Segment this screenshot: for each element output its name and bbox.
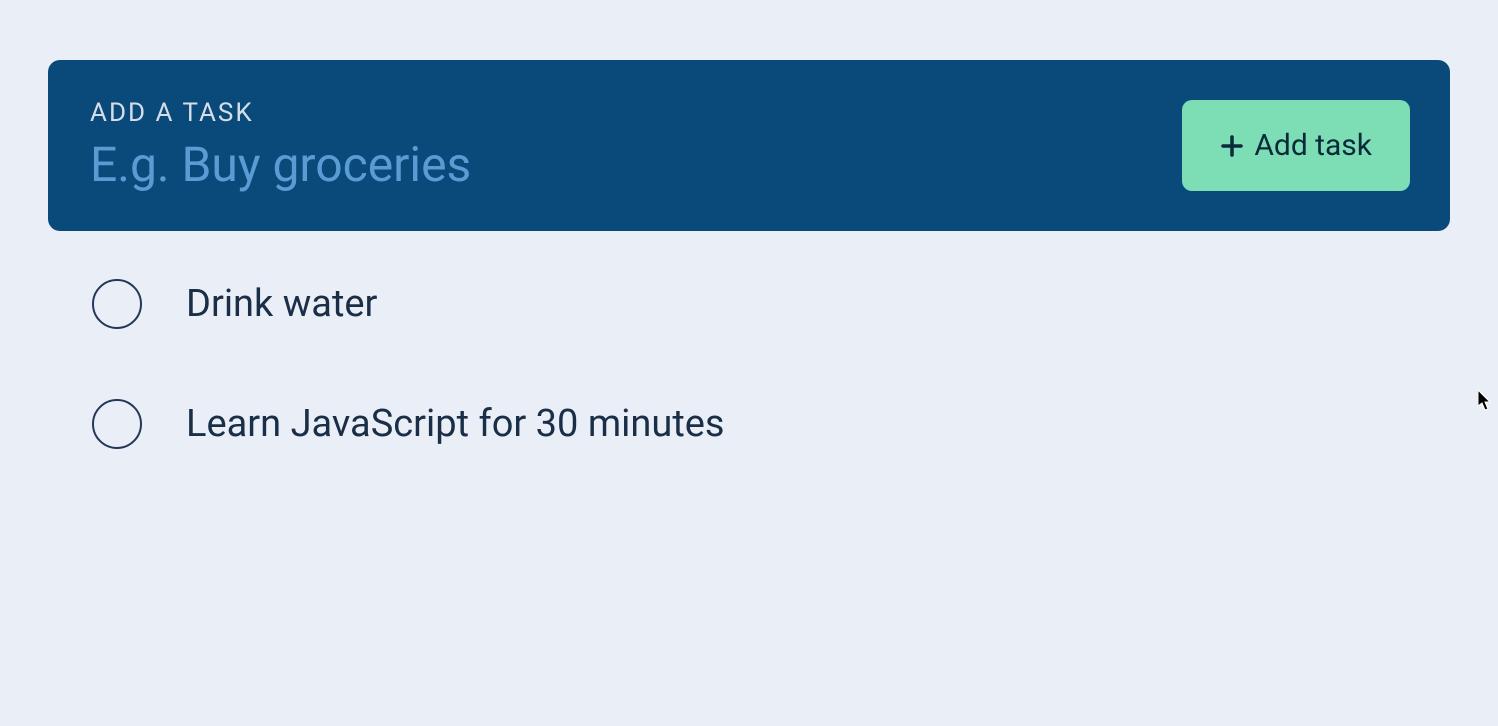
add-task-button-label: Add task — [1254, 128, 1372, 163]
task-item: Learn JavaScript for 30 minutes — [92, 399, 1450, 449]
add-task-panel: Add a task Add task — [48, 60, 1450, 231]
input-section: Add a task — [90, 98, 1182, 193]
plus-icon — [1220, 134, 1244, 158]
cursor-icon — [1478, 390, 1494, 416]
task-checkbox[interactable] — [92, 279, 142, 329]
task-input[interactable] — [90, 136, 1182, 193]
add-task-button[interactable]: Add task — [1182, 100, 1410, 191]
add-task-label: Add a task — [90, 98, 1182, 128]
task-item: Drink water — [92, 279, 1450, 329]
task-text: Drink water — [186, 282, 377, 326]
task-text: Learn JavaScript for 30 minutes — [186, 402, 725, 446]
task-checkbox[interactable] — [92, 399, 142, 449]
task-list: Drink water Learn JavaScript for 30 minu… — [48, 279, 1450, 449]
